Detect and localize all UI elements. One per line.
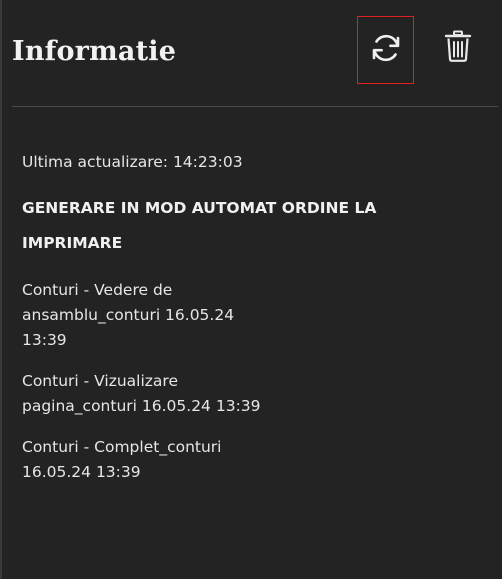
- info-entry-line: pagina_conturi 16.05.24 13:39: [22, 397, 261, 415]
- delete-button[interactable]: [440, 28, 476, 68]
- info-entry-line: Conturi - Vedere de: [22, 281, 173, 299]
- section-heading-line: IMPRIMARE: [22, 234, 123, 252]
- info-entry: Conturi - Vizualizare pagina_conturi 16.…: [22, 369, 352, 419]
- info-entry-line: 13:39: [22, 331, 67, 349]
- refresh-button[interactable]: [357, 16, 414, 84]
- trash-icon: [443, 29, 473, 67]
- info-entry-line: Conturi - Complet_conturi: [22, 438, 222, 456]
- info-entry-line: ansamblu_conturi 16.05.24: [22, 306, 235, 324]
- refresh-icon: [368, 30, 404, 70]
- info-entry-line: Conturi - Vizualizare: [22, 372, 178, 390]
- section-heading-line: GENERARE IN MOD AUTOMAT ORDINE LA: [22, 199, 377, 217]
- last-update-text: Ultima actualizare: 14:23:03: [22, 153, 243, 171]
- info-entry: Conturi - Complet_conturi 16.05.24 13:39: [22, 435, 352, 485]
- section-heading: GENERARE IN MOD AUTOMAT ORDINE LA IMPRIM…: [22, 191, 462, 261]
- panel-header: Informatie: [0, 0, 502, 107]
- info-panel: Informatie Ultima actualizare: 14:23:03 …: [0, 0, 502, 579]
- info-entry-line: 16.05.24 13:39: [22, 463, 141, 481]
- info-entry: Conturi - Vedere de ansamblu_conturi 16.…: [22, 278, 352, 353]
- panel-title: Informatie: [12, 36, 177, 67]
- info-content: Ultima actualizare: 14:23:03 GENERARE IN…: [22, 150, 482, 501]
- header-divider: [12, 106, 498, 107]
